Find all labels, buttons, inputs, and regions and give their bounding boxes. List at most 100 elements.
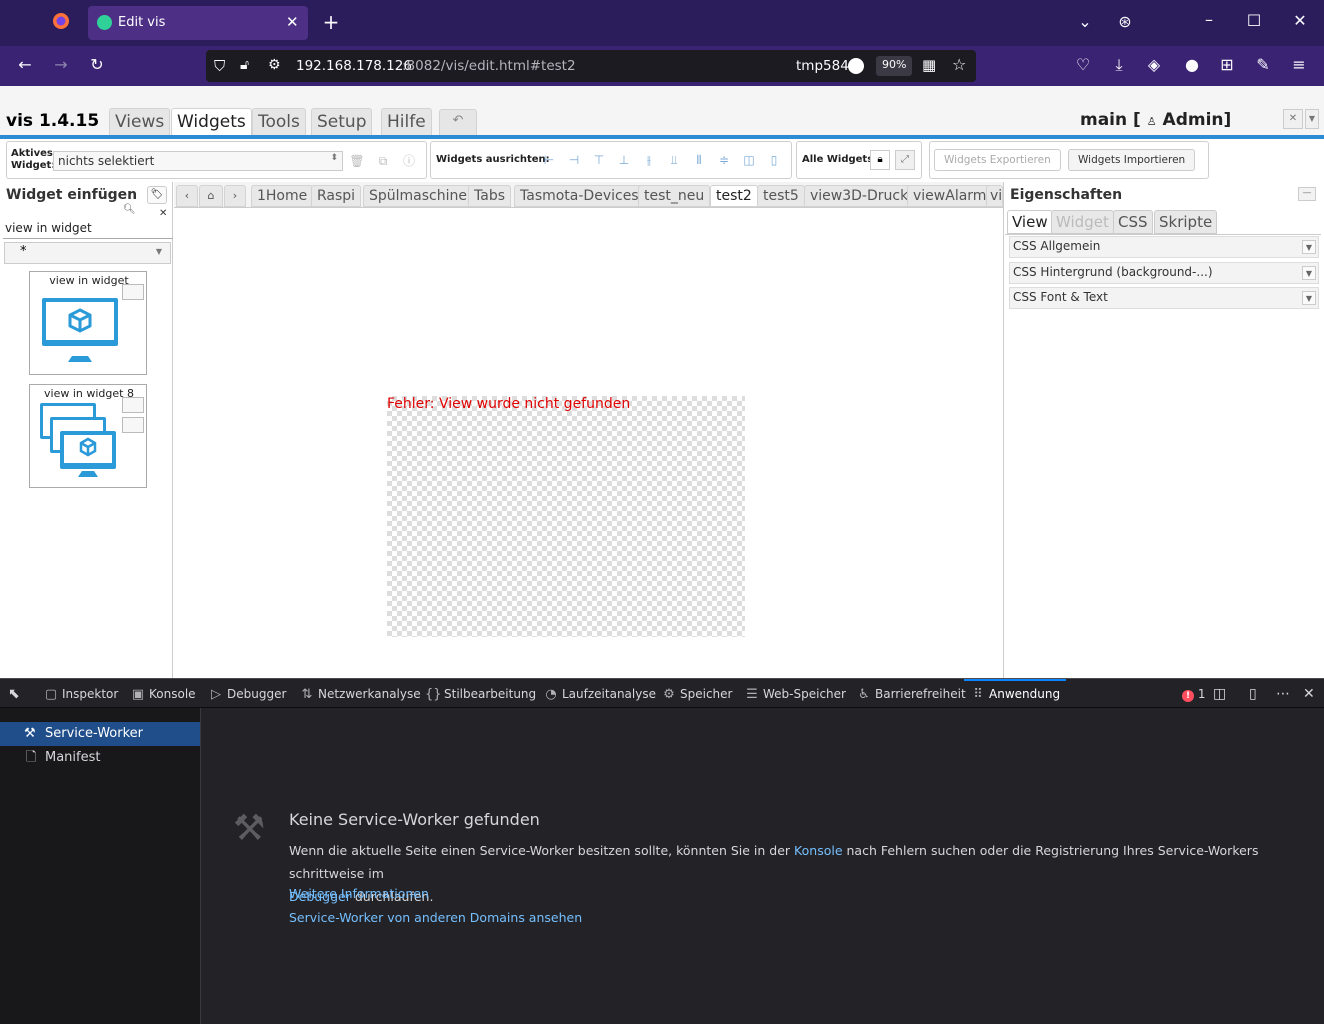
close-panel-icon[interactable]: ✕ <box>1283 109 1303 129</box>
lock-icon[interactable]: 🔒︎ <box>870 150 890 170</box>
url-bar[interactable]: ⛉ 🔓︎ ⚙ 192.168.178.126 :8082/vis/edit.ht… <box>206 50 976 82</box>
distribute-v-icon[interactable]: ≑ <box>714 150 734 170</box>
menu-views[interactable]: Views <box>109 108 171 136</box>
same-width-icon[interactable]: ◫ <box>739 150 759 170</box>
devtools-tab-barrierefreiheit[interactable]: ♿︎ Barrierefreiheit <box>856 679 965 709</box>
filter-search-icon[interactable]: 🔍︎ <box>123 204 136 215</box>
extension-icon[interactable]: ● <box>1181 55 1203 77</box>
devtools-tab-speicher[interactable]: ⚙ Speicher <box>661 679 732 709</box>
same-height-icon[interactable]: ▯ <box>764 150 784 170</box>
close-tab-icon[interactable]: ✕ <box>286 13 299 31</box>
close-devtools-icon[interactable]: ✕ <box>1303 679 1315 709</box>
view-tab-1home[interactable]: 1Home <box>251 185 314 207</box>
menu-widgets[interactable]: Widgets <box>171 108 252 136</box>
error-count-badge[interactable]: ! 1 <box>1182 679 1205 709</box>
copy-widget-icon[interactable]: ⧉ <box>373 151 393 171</box>
active-widget-select[interactable]: nichts selektiert ⬍ <box>53 151 343 171</box>
view-tab-test5[interactable]: test5 <box>757 185 805 207</box>
download-icon[interactable]: ⤓ <box>1108 55 1130 77</box>
lock-insecure-icon[interactable]: 🔓︎ <box>240 57 249 73</box>
private-browsing-icon[interactable]: ⊛ <box>1114 12 1136 34</box>
view-tab-test-neu[interactable]: test_neu <box>638 185 711 207</box>
undo-button[interactable]: ↶ <box>439 109 477 137</box>
devtools-tab-anwendung[interactable]: ⠿ Anwendung <box>964 679 1066 709</box>
widget-item-view-in-widget-8[interactable]: view in widget 8 <box>29 384 147 488</box>
distribute-h-icon[interactable]: ⫴ <box>689 150 709 170</box>
tabs-scroll-right-button[interactable]: › <box>224 185 246 207</box>
export-widgets-button[interactable]: Widgets Exportieren <box>934 149 1061 171</box>
plus-icon[interactable]: + <box>320 12 342 34</box>
view-tab-tabs[interactable]: Tabs <box>468 185 511 207</box>
other-domains-link[interactable]: Service-Worker von anderen Domains anseh… <box>289 910 582 925</box>
devtools-tab-konsole[interactable]: ▣ Konsole <box>130 679 196 709</box>
zoom-level[interactable]: 90% <box>876 56 913 76</box>
menu-setup[interactable]: Setup <box>311 108 373 136</box>
sidebar-item-service-worker[interactable]: ⚒ Service-Worker <box>0 722 200 746</box>
view-tab-tasmota-devices[interactable]: Tasmota-Devices <box>514 185 645 207</box>
tabs-scroll-left-button[interactable]: ‹ <box>176 185 198 207</box>
close-window-icon[interactable]: ✕ <box>1289 11 1311 33</box>
devtools-tab-stilbearbeitung[interactable]: {} Stilbearbeitung <box>425 679 536 709</box>
ublock-icon[interactable]: ◈ <box>1143 55 1165 77</box>
maximize-icon[interactable]: ☐ <box>1243 11 1265 33</box>
properties-collapse-icon[interactable]: — <box>1298 187 1316 201</box>
back-icon[interactable]: ← <box>14 55 36 77</box>
profile-label[interactable]: tmp584 <box>796 58 849 74</box>
align-center-v-icon[interactable]: ⫫ <box>664 150 684 170</box>
permissions-icon[interactable]: ⚙ <box>268 57 281 73</box>
devtools-tab-netzwerkanalyse[interactable]: ⇅ Netzwerkanalyse <box>299 679 421 709</box>
widget-set-select[interactable]: * ▼ <box>4 242 171 264</box>
devtools-tab-inspektor[interactable]: ▢ Inspektor <box>43 679 118 709</box>
bookmark-star-icon[interactable]: ☆ <box>952 55 966 74</box>
dock-side-icon[interactable]: ▯ <box>1249 679 1257 709</box>
align-right-icon[interactable]: ⊣ <box>564 150 584 170</box>
hamburger-menu-icon[interactable]: ≡ <box>1288 55 1310 77</box>
info-widget-icon[interactable]: ⓘ <box>399 151 419 171</box>
css-background-section[interactable]: CSS Hintergrund (background-...) ▼ <box>1009 262 1319 284</box>
props-tab-widget[interactable]: Widget <box>1051 210 1114 234</box>
filter-clear-icon[interactable]: ✕ <box>159 208 167 219</box>
more-options-icon[interactable]: ⋯ <box>1276 679 1290 709</box>
css-font-text-section[interactable]: CSS Font & Text ▼ <box>1009 287 1319 309</box>
props-tab-css[interactable]: CSS <box>1113 210 1153 234</box>
reload-icon[interactable]: ↻ <box>86 55 108 77</box>
extensions-grid-icon[interactable]: ⊞ <box>1216 55 1238 77</box>
chevron-down-icon[interactable]: ⌄ <box>1074 12 1096 34</box>
devtools-tab-debugger[interactable]: ▷ Debugger <box>208 679 286 709</box>
align-bottom-icon[interactable]: ⊥ <box>614 150 634 170</box>
external-link-icon[interactable]: ⤢ <box>895 150 915 170</box>
view-tab-viewalarm[interactable]: viewAlarm <box>907 185 993 207</box>
firefox-logo-icon[interactable] <box>50 12 72 34</box>
view-tab-test2[interactable]: test2 <box>710 185 758 207</box>
pocket-icon[interactable]: ♡ <box>1072 55 1094 77</box>
console-link[interactable]: Konsole <box>794 843 842 858</box>
import-widgets-button[interactable]: Widgets Importieren <box>1068 149 1196 171</box>
view-in-widget-placeholder[interactable] <box>387 396 745 637</box>
addon-icon[interactable]: ✎ <box>1252 55 1274 77</box>
props-tab-view[interactable]: View <box>1007 210 1053 234</box>
split-console-icon[interactable]: ◫ <box>1213 679 1226 709</box>
widget-item-view-in-widget[interactable]: view in widget <box>29 271 147 375</box>
qr-code-icon[interactable]: ▦ <box>922 56 936 74</box>
align-top-icon[interactable]: ⊤ <box>589 150 609 170</box>
devtools-tab-laufzeitanalyse[interactable]: ◔ Laufzeitanalyse <box>543 679 656 709</box>
css-general-section[interactable]: CSS Allgemein ▼ <box>1009 236 1319 258</box>
props-tab-skripte[interactable]: Skripte <box>1154 210 1218 234</box>
browser-tab-edit-vis[interactable]: Edit vis ✕ <box>88 6 308 40</box>
minimize-icon[interactable]: – <box>1198 10 1220 32</box>
widget-filter-input[interactable]: view in widget <box>3 221 173 239</box>
view-tab-raspi[interactable]: Raspi <box>311 185 362 207</box>
menu-hilfe[interactable]: Hilfe <box>381 108 432 136</box>
sidebar-item-manifest[interactable]: 🗋 Manifest <box>0 746 200 770</box>
shield-icon[interactable]: ⛉ <box>214 57 225 75</box>
forward-icon[interactable]: → <box>50 55 72 77</box>
collapse-menu-icon[interactable]: ▼ <box>1305 109 1319 129</box>
more-info-link[interactable]: Weitere Informationen <box>289 886 429 901</box>
view-tab-spuelmaschine[interactable]: Spülmaschine <box>363 185 473 207</box>
view-tab-view3d-druck[interactable]: view3D-Druck <box>804 185 915 207</box>
align-left-icon[interactable]: ⊢ <box>539 150 559 170</box>
menu-tools[interactable]: Tools <box>252 108 306 136</box>
delete-widget-icon[interactable]: 🗑︎ <box>347 151 367 171</box>
devtools-tab-web-speicher[interactable]: ☰ Web-Speicher <box>744 679 846 709</box>
element-picker-icon[interactable]: ⬉ <box>8 679 20 709</box>
